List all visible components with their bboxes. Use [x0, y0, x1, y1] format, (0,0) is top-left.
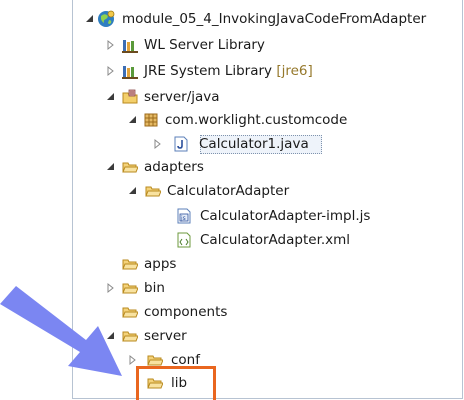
expanded-twisty-icon[interactable]	[128, 109, 140, 131]
java-file-icon	[173, 136, 189, 152]
tree-item-label: com.worklight.customcode	[165, 112, 348, 128]
tree-item-label: server	[144, 328, 187, 344]
tree-item-package[interactable]: com.worklight.customcode	[128, 109, 448, 131]
tree-item-label: CalculatorAdapter.xml	[200, 232, 351, 248]
tree-item-adapter-xml[interactable]: CalculatorAdapter.xml	[176, 229, 456, 251]
library-icon	[122, 37, 138, 53]
folder-icon	[122, 256, 138, 272]
folder-icon	[145, 183, 161, 199]
xml-file-icon	[176, 232, 192, 248]
collapsed-twisty-icon[interactable]	[153, 133, 165, 155]
library-name: JRE System Library	[144, 63, 273, 79]
tree-item-label: server/java	[144, 89, 220, 105]
expanded-twisty-icon[interactable]	[106, 156, 118, 178]
tree-item-calculator-adapter[interactable]: CalculatorAdapter	[128, 180, 448, 202]
tree-item-server-java[interactable]: server/java	[106, 86, 446, 108]
tree-item-label: apps	[144, 256, 177, 272]
tree-item-components[interactable]: components	[106, 301, 446, 323]
expanded-twisty-icon[interactable]	[85, 8, 97, 30]
tree-item-label: Calculator1.java	[199, 136, 309, 152]
jre-version-decoration: [jre6]	[276, 63, 313, 79]
collapsed-twisty-icon[interactable]	[106, 34, 118, 56]
pointer-arrow-icon	[0, 286, 122, 376]
svg-text:js: js	[180, 215, 186, 222]
tree-item-label: components	[144, 304, 228, 320]
tree-item-label: module_05_4_InvokingJavaCodeFromAdapter	[122, 11, 427, 27]
tree-item-adapters[interactable]: adapters	[106, 156, 446, 178]
tree-item-apps[interactable]: apps	[106, 253, 446, 275]
tree-item-label: adapters	[144, 159, 204, 175]
tree-item-jre-system-library[interactable]: JRE System Library [jre6]	[106, 60, 446, 82]
tree-item-label: CalculatorAdapter	[167, 183, 290, 199]
js-file-icon: js	[176, 208, 192, 224]
tree-item-calculator1-java[interactable]: Calculator1.java	[153, 133, 453, 155]
tree-item-server[interactable]: server	[106, 325, 446, 347]
expanded-twisty-icon[interactable]	[106, 86, 118, 108]
package-icon	[143, 112, 159, 128]
tree-item-wl-server-library[interactable]: WL Server Library	[106, 34, 446, 56]
tree-item-adapter-impl-js[interactable]: js CalculatorAdapter-impl.js	[176, 205, 456, 227]
tree-item-label: JRE System Library [jre6]	[144, 60, 313, 82]
source-folder-icon	[122, 89, 138, 105]
library-icon	[122, 63, 138, 79]
tree-item-label: CalculatorAdapter-impl.js	[200, 208, 371, 224]
folder-icon	[122, 159, 138, 175]
project-globe-icon	[97, 10, 115, 28]
collapsed-twisty-icon[interactable]	[106, 60, 118, 82]
expanded-twisty-icon[interactable]	[128, 180, 140, 202]
tree-item-project[interactable]: module_05_4_InvokingJavaCodeFromAdapter	[85, 8, 455, 30]
tree-item-label: WL Server Library	[144, 37, 265, 53]
tree-item-bin[interactable]: bin	[106, 277, 446, 299]
